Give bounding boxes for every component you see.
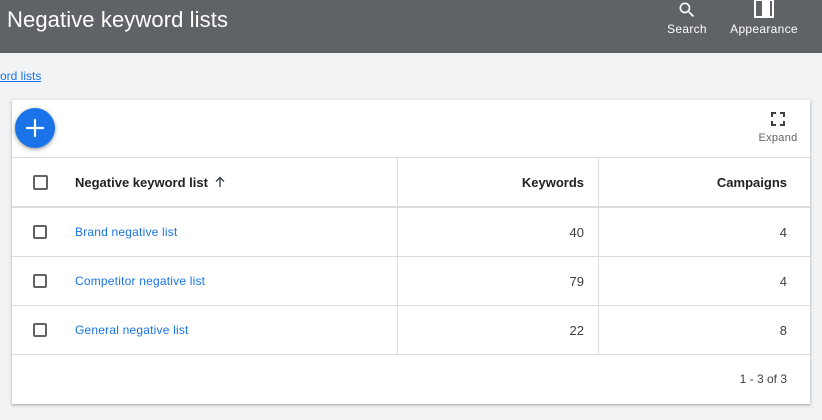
list-name-link[interactable]: Brand negative list: [75, 225, 178, 239]
top-bar: Negative keyword lists Search Appearance: [0, 0, 822, 53]
header-checkbox-cell: [12, 158, 74, 206]
pagination-status: 1 - 3 of 3: [739, 372, 787, 386]
row-checkbox-cell: [12, 257, 74, 305]
keyword-lists-table: Negative keyword list Keywords Campaigns…: [12, 157, 810, 355]
select-all-checkbox[interactable]: [33, 174, 48, 190]
appearance-icon: [753, 0, 775, 22]
column-header-name[interactable]: Negative keyword list: [74, 158, 397, 206]
campaigns-count: 4: [598, 208, 810, 256]
name-cell: Brand negative list: [74, 208, 397, 256]
name-cell: General negative list: [74, 306, 397, 354]
table-header-row: Negative keyword list Keywords Campaigns: [12, 158, 810, 208]
expand-label: Expand: [758, 132, 798, 144]
keywords-count: 40: [397, 208, 598, 256]
keywords-count: 22: [397, 306, 598, 354]
negative-keyword-lists-card: Expand Negative keyword list Keywords Ca…: [12, 100, 810, 404]
name-cell: Competitor negative list: [74, 257, 397, 305]
appearance-button[interactable]: Appearance: [728, 0, 800, 53]
column-header-name-label: Negative keyword list: [75, 174, 208, 190]
row-checkbox-cell: [12, 208, 74, 256]
plus-icon: [26, 119, 44, 137]
row-checkbox[interactable]: [33, 225, 47, 239]
campaigns-count: 4: [598, 257, 810, 305]
table-row: General negative list 22 8: [12, 306, 810, 355]
breadcrumb-link[interactable]: ord lists: [0, 69, 41, 83]
table-row: Competitor negative list 79 4: [12, 257, 810, 306]
row-checkbox[interactable]: [33, 323, 47, 337]
row-checkbox[interactable]: [33, 274, 47, 288]
expand-button[interactable]: Expand: [756, 112, 800, 144]
row-checkbox-cell: [12, 306, 74, 354]
arrow-up-icon: [214, 176, 226, 188]
table-row: Brand negative list 40 4: [12, 208, 810, 257]
search-icon: [677, 0, 697, 22]
column-header-keywords[interactable]: Keywords: [397, 158, 598, 206]
fullscreen-icon: [771, 112, 785, 126]
list-name-link[interactable]: Competitor negative list: [75, 274, 205, 288]
search-label: Search: [667, 22, 707, 36]
page-title: Negative keyword lists: [7, 7, 229, 32]
column-header-campaigns[interactable]: Campaigns: [598, 158, 810, 206]
appearance-label: Appearance: [730, 22, 798, 36]
search-button[interactable]: Search: [664, 0, 710, 53]
list-name-link[interactable]: General negative list: [75, 323, 189, 337]
campaigns-count: 8: [598, 306, 810, 354]
add-list-button[interactable]: [15, 108, 55, 148]
keywords-count: 79: [397, 257, 598, 305]
